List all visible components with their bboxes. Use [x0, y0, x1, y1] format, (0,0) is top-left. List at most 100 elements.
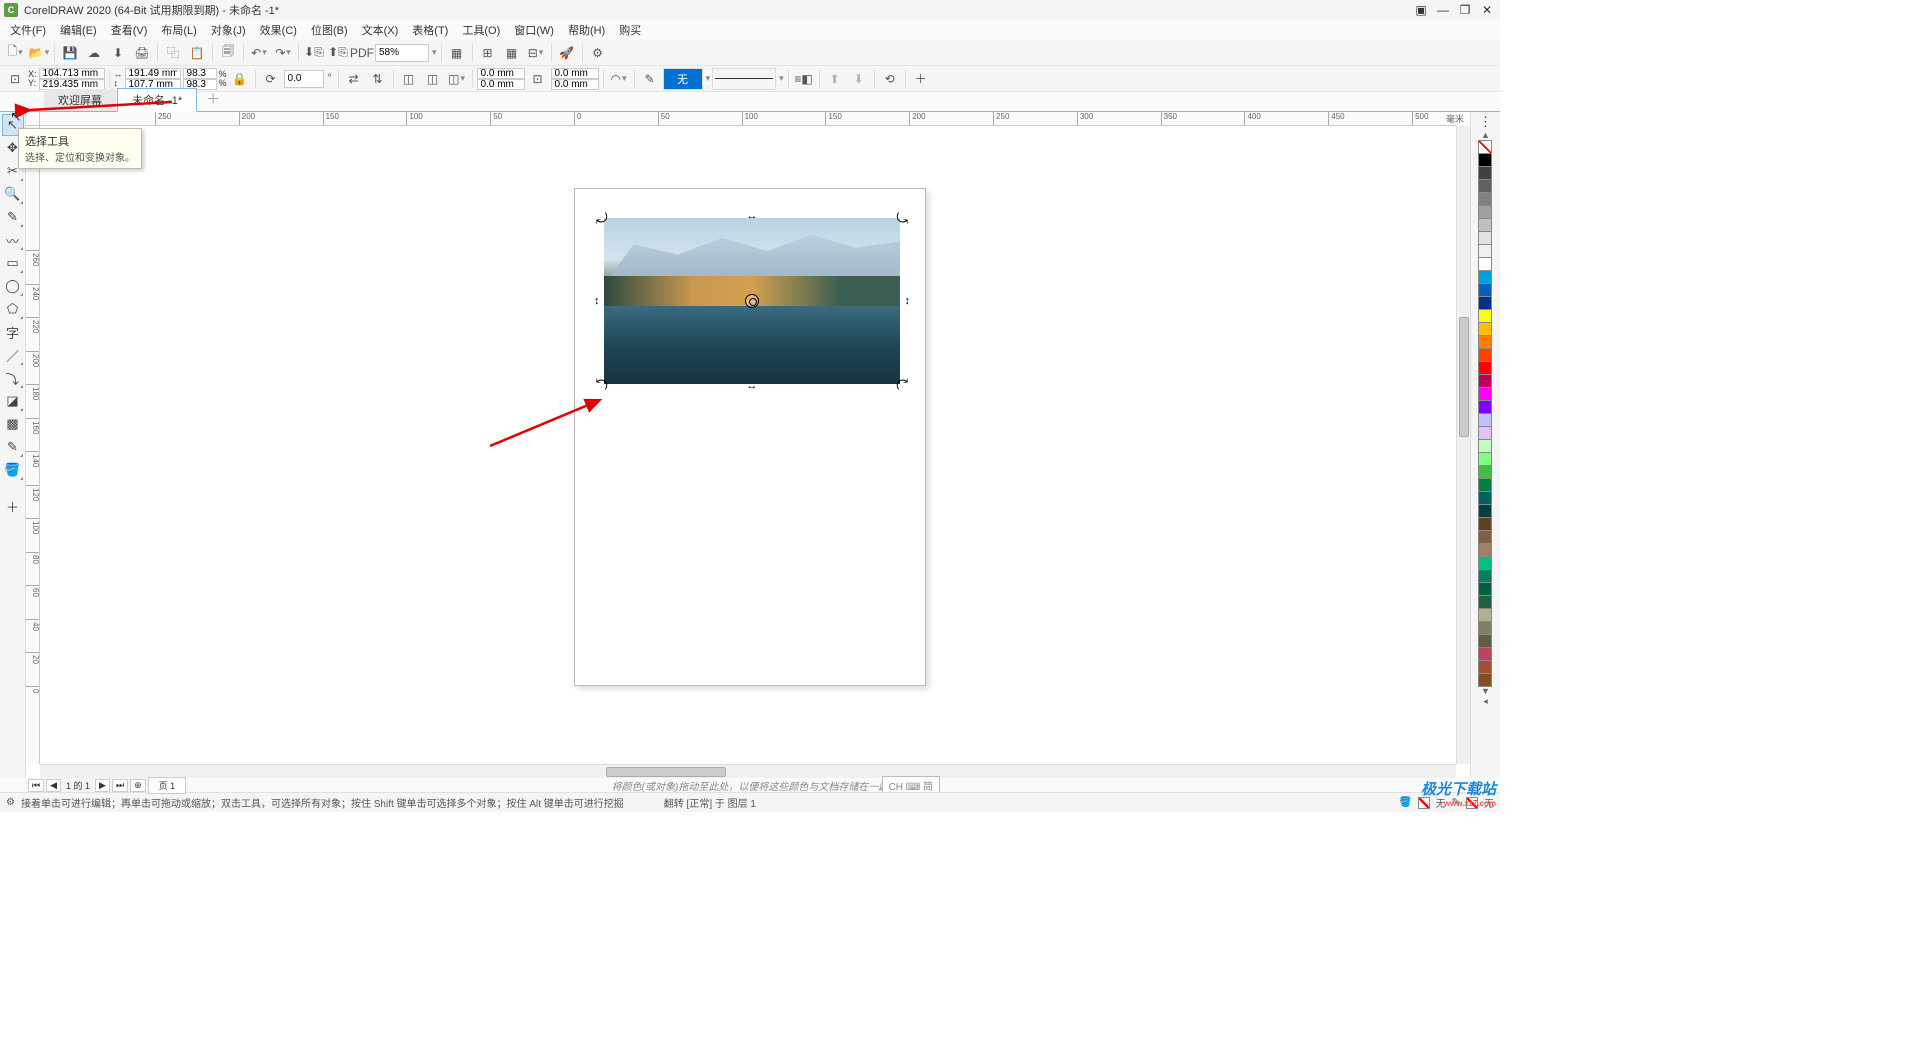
- launch-button[interactable]: 🚀: [556, 42, 578, 64]
- edge-style-button[interactable]: ◠▾: [608, 68, 630, 90]
- zoom-input[interactable]: [375, 44, 429, 62]
- add-preset-button[interactable]: ＋: [910, 68, 932, 90]
- wrap-contour-button[interactable]: ◫▾: [446, 68, 468, 90]
- color-swatch[interactable]: [1478, 439, 1492, 453]
- page-prev-button[interactable]: ◀: [46, 779, 61, 792]
- menu-edit[interactable]: 编辑(E): [54, 20, 103, 40]
- cloud-up-button[interactable]: ☁: [83, 42, 105, 64]
- ellipse-tool[interactable]: ◯: [2, 275, 24, 297]
- skew-handle-left[interactable]: ↕: [594, 295, 600, 307]
- width-input[interactable]: [125, 68, 181, 79]
- convert-curves-button[interactable]: ⟲: [879, 68, 901, 90]
- color-swatch[interactable]: [1478, 387, 1492, 401]
- eyedropper-tool[interactable]: ✎: [2, 436, 24, 458]
- color-swatch[interactable]: [1478, 426, 1492, 440]
- text-wrap-button[interactable]: ≡◧: [793, 68, 815, 90]
- clipboard-button[interactable]: 🗐: [217, 42, 239, 64]
- maximize-icon[interactable]: ❐: [1456, 3, 1474, 17]
- color-swatch[interactable]: [1478, 296, 1492, 310]
- tab-welcome[interactable]: 欢迎屏幕: [44, 89, 116, 111]
- color-swatch[interactable]: [1478, 374, 1492, 388]
- color-swatch[interactable]: [1478, 205, 1492, 219]
- y-position-input[interactable]: [39, 79, 105, 90]
- fullscreen-button[interactable]: ▦: [446, 42, 468, 64]
- to-front-button[interactable]: ⬆: [824, 68, 846, 90]
- export-button[interactable]: ⬆⎘: [327, 42, 349, 64]
- color-swatch[interactable]: [1478, 543, 1492, 557]
- canvas-viewport[interactable]: ⤾ ⤾ ⤾ ⤾ ↔ ↔ ↕ ↕: [40, 126, 1456, 764]
- menu-view[interactable]: 查看(V): [105, 20, 154, 40]
- rotate-handle-br[interactable]: ⤾: [894, 378, 908, 392]
- page-next-button[interactable]: ▶: [95, 779, 110, 792]
- to-back-button[interactable]: ⬇: [848, 68, 870, 90]
- wrap-para-button[interactable]: ◫: [398, 68, 420, 90]
- minimize-icon[interactable]: —: [1434, 3, 1452, 17]
- tab-document-1[interactable]: 未命名 -1*: [117, 88, 197, 112]
- corner-radius-3-input[interactable]: [551, 68, 599, 79]
- color-swatch[interactable]: [1478, 452, 1492, 466]
- rectangle-tool[interactable]: ▭: [2, 252, 24, 274]
- rotate-handle-bl[interactable]: ⤾: [596, 378, 610, 392]
- fill-tool[interactable]: 🪣: [2, 459, 24, 481]
- skew-handle-bottom[interactable]: ↔: [747, 380, 758, 392]
- color-swatch[interactable]: [1478, 153, 1492, 167]
- menu-effects[interactable]: 效果(C): [254, 20, 303, 40]
- color-swatch[interactable]: [1478, 413, 1492, 427]
- color-swatch[interactable]: [1478, 465, 1492, 479]
- color-swatch[interactable]: [1478, 257, 1492, 271]
- color-swatch[interactable]: [1478, 400, 1492, 414]
- menu-text[interactable]: 文本(X): [356, 20, 405, 40]
- ruler-origin-icon[interactable]: [26, 112, 40, 126]
- horizontal-scrollbar[interactable]: [40, 764, 1456, 778]
- color-swatch[interactable]: [1478, 166, 1492, 180]
- corner-lock-icon[interactable]: ⊡: [527, 68, 549, 90]
- page-last-button[interactable]: ⏭: [112, 779, 128, 792]
- palette-scroll-down-icon[interactable]: ▼: [1479, 686, 1493, 696]
- gear-icon[interactable]: ⚙: [6, 797, 15, 808]
- freehand-tool[interactable]: ✎: [2, 206, 24, 228]
- snap-button[interactable]: ⊞: [477, 42, 499, 64]
- color-swatch[interactable]: [1478, 491, 1492, 505]
- menu-layout[interactable]: 布局(L): [155, 20, 202, 40]
- import-button[interactable]: ⬇⎘: [303, 42, 325, 64]
- connector-tool[interactable]: ⤵: [2, 367, 24, 389]
- color-swatch[interactable]: [1478, 673, 1492, 687]
- color-swatch[interactable]: [1478, 621, 1492, 635]
- color-swatch[interactable]: [1478, 361, 1492, 375]
- page-tab-1[interactable]: 页 1: [148, 777, 187, 794]
- color-swatch[interactable]: [1478, 647, 1492, 661]
- color-swatch[interactable]: [1478, 530, 1492, 544]
- rotate-handle-tr[interactable]: ⤾: [894, 210, 908, 224]
- artistic-media-tool[interactable]: 〰: [2, 229, 24, 251]
- palette-flyout-icon[interactable]: ◂: [1479, 696, 1493, 706]
- color-swatch[interactable]: [1478, 595, 1492, 609]
- undo-button[interactable]: ↶▾: [248, 42, 270, 64]
- color-swatch[interactable]: [1478, 270, 1492, 284]
- help-icon[interactable]: ▣: [1412, 3, 1430, 17]
- color-swatch[interactable]: [1478, 517, 1492, 531]
- rotation-center-icon[interactable]: [745, 294, 759, 308]
- color-swatch[interactable]: [1478, 504, 1492, 518]
- page-add-button[interactable]: ⊕: [130, 779, 146, 792]
- color-swatch[interactable]: [1478, 179, 1492, 193]
- outline-style-select[interactable]: [712, 68, 776, 90]
- rotation-input[interactable]: [284, 70, 324, 88]
- close-icon[interactable]: ✕: [1478, 3, 1496, 17]
- grid-button[interactable]: ▦: [501, 42, 523, 64]
- zoom-tool[interactable]: 🔍: [2, 183, 24, 205]
- text-tool[interactable]: 字: [2, 321, 24, 343]
- fill-indicator-icon[interactable]: 🪣: [1399, 797, 1411, 808]
- menu-object[interactable]: 对象(J): [205, 20, 252, 40]
- color-swatch[interactable]: [1478, 231, 1492, 245]
- color-swatch-none[interactable]: [1478, 140, 1492, 154]
- color-swatch[interactable]: [1478, 634, 1492, 648]
- menu-table[interactable]: 表格(T): [406, 20, 454, 40]
- polygon-tool[interactable]: ⬠: [2, 298, 24, 320]
- add-tab-button[interactable]: ＋: [198, 87, 228, 111]
- color-swatch[interactable]: [1478, 244, 1492, 258]
- color-swatch[interactable]: [1478, 322, 1492, 336]
- drop-shadow-tool[interactable]: ◪: [2, 390, 24, 412]
- scale-x-input[interactable]: [183, 68, 217, 79]
- parallel-dim-tool[interactable]: ／: [2, 344, 24, 366]
- wrap-square-button[interactable]: ◫: [422, 68, 444, 90]
